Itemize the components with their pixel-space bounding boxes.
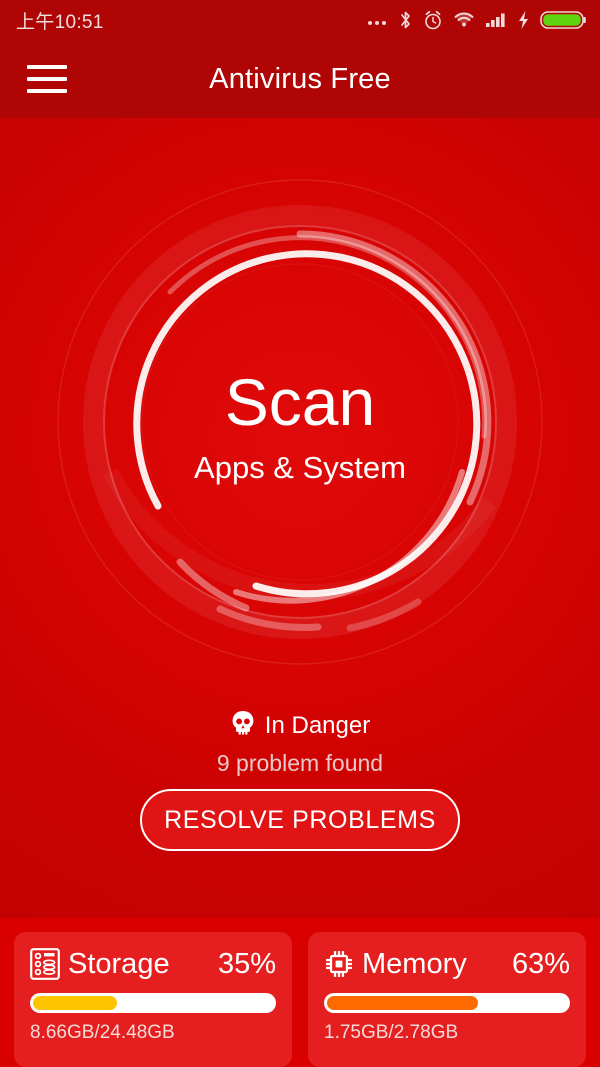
status-time: 上午10:51 <box>16 11 104 33</box>
hamburger-line <box>27 65 67 69</box>
page-title: Antivirus Free <box>209 62 391 95</box>
more-dots-icon <box>366 11 388 29</box>
hamburger-line <box>27 77 67 81</box>
status-icon-tray <box>366 9 586 31</box>
memory-card-header: Memory 63% <box>324 946 570 982</box>
memory-progress-fill <box>327 996 479 1010</box>
cellular-signal-icon <box>485 11 507 29</box>
memory-card[interactable]: Memory 63% 1.75GB/2.78GB <box>308 932 586 1067</box>
danger-label: In Danger <box>264 711 371 739</box>
memory-detail-label: 1.75GB/2.78GB <box>324 1022 459 1043</box>
storage-server-icon <box>30 948 60 980</box>
storage-percent-label: 35% <box>217 947 276 980</box>
storage-card[interactable]: Storage 35% 8.66GB/24.48GB <box>14 932 292 1067</box>
memory-card-title: Memory <box>362 947 467 980</box>
charging-bolt-icon <box>517 10 530 30</box>
storage-card-header: Storage 35% <box>30 946 276 982</box>
memory-chip-icon <box>324 948 354 980</box>
system-cards: Storage 35% 8.66GB/24.48GB Memory 63% 1.… <box>0 932 600 1067</box>
scan-hero: Scan Apps & System In Danger 9 problem f… <box>0 118 600 918</box>
app-bar: Antivirus Free <box>0 40 600 118</box>
storage-progress-track <box>30 993 276 1013</box>
scan-ring-arcs <box>57 179 543 665</box>
memory-percent-label: 63% <box>511 947 570 980</box>
storage-card-title: Storage <box>68 947 170 980</box>
storage-progress-fill <box>33 996 117 1010</box>
storage-detail-label: 8.66GB/24.48GB <box>30 1022 175 1043</box>
bluetooth-icon <box>398 9 413 31</box>
problem-count-label: 9 problem found <box>216 750 384 776</box>
resolve-problems-button[interactable]: RESOLVE PROBLEMS <box>140 789 460 851</box>
status-bar: 上午10:51 <box>0 0 600 40</box>
hamburger-line <box>27 89 67 93</box>
scan-ring-graphic[interactable] <box>50 172 550 672</box>
battery-icon <box>540 10 586 30</box>
danger-status-row: In Danger <box>0 709 600 742</box>
wifi-icon <box>453 11 475 29</box>
alarm-clock-icon <box>423 9 443 31</box>
memory-progress-track <box>324 993 570 1013</box>
skull-icon <box>230 709 256 742</box>
hamburger-menu-icon[interactable] <box>27 65 67 93</box>
